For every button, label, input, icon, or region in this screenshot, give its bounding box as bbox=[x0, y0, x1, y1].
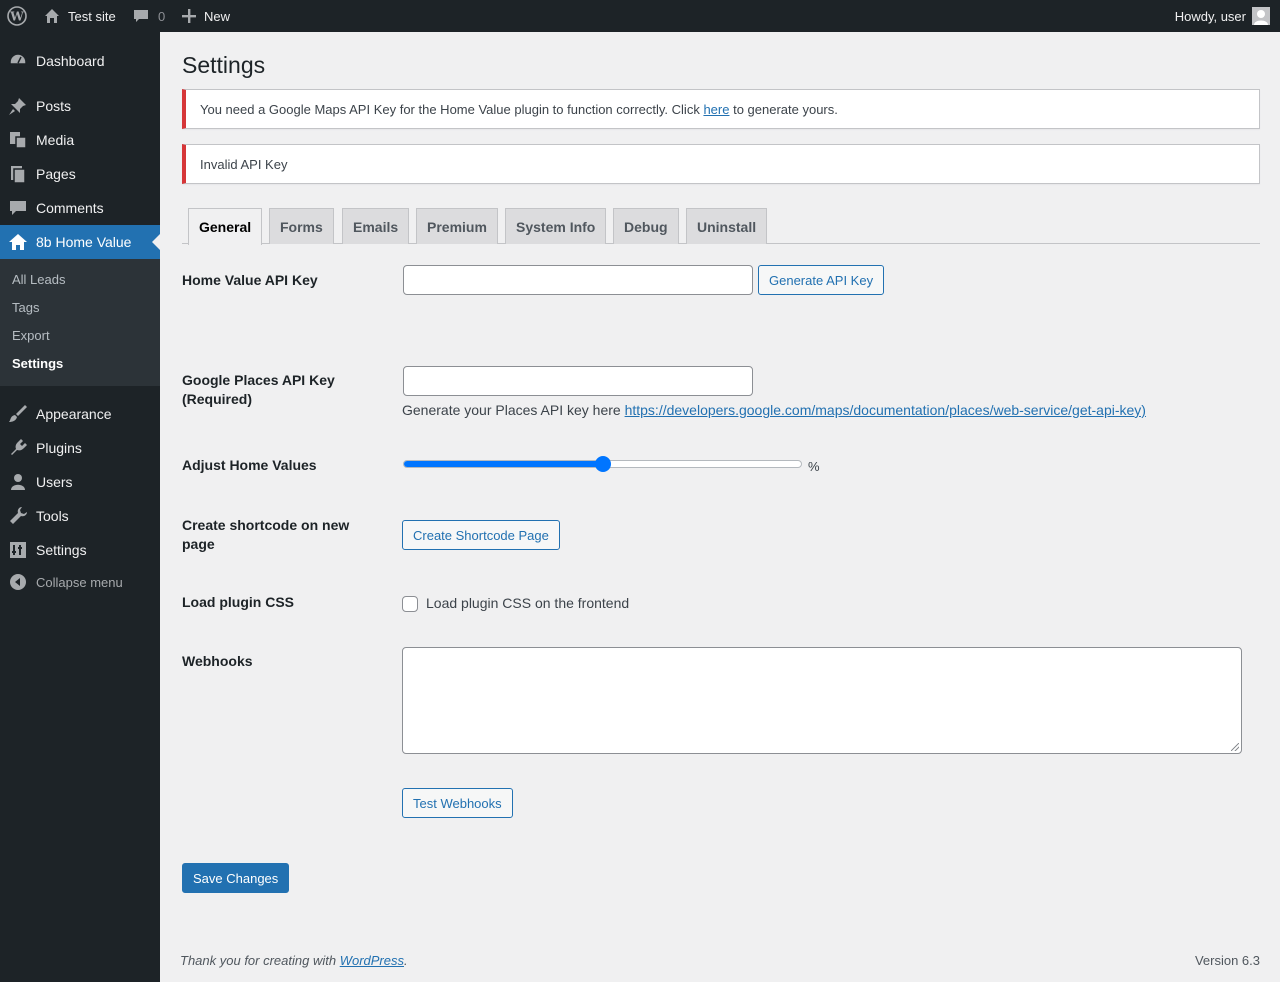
menu-item-users[interactable]: Users bbox=[0, 465, 160, 499]
tab-debug[interactable]: Debug bbox=[613, 208, 679, 244]
tab-general[interactable]: General bbox=[188, 208, 263, 245]
menu-item-comments[interactable]: Comments bbox=[0, 191, 160, 225]
howdy-label: Howdy, user bbox=[1174, 8, 1246, 24]
site-name-link[interactable]: Test site bbox=[44, 0, 116, 32]
shortcode-label: Create shortcode on new page bbox=[182, 517, 350, 552]
my-account-link[interactable]: Howdy, user bbox=[1175, 0, 1270, 32]
save-changes-button[interactable]: Save Changes bbox=[182, 863, 290, 893]
comments-count: 0 bbox=[158, 8, 166, 24]
api-key-label: Home Value API Key bbox=[182, 272, 318, 288]
pin-icon bbox=[0, 96, 36, 116]
adjust-unit: % bbox=[808, 459, 820, 474]
dashboard-icon bbox=[0, 51, 36, 71]
settings-tabs: General Forms Emails Premium System Info… bbox=[182, 208, 1260, 245]
places-api-key-label: Google Places API Key (Required) bbox=[182, 372, 335, 407]
page-title: Settings bbox=[182, 52, 266, 78]
menu-item-label: Comments bbox=[36, 200, 104, 216]
test-webhooks-button[interactable]: Test Webhooks bbox=[402, 788, 513, 818]
menu-item-settings[interactable]: Settings bbox=[0, 533, 160, 567]
svg-text:W: W bbox=[9, 10, 24, 24]
home-icon bbox=[44, 8, 60, 24]
menu-item-8b-home-value[interactable]: 8b Home Value bbox=[0, 225, 160, 259]
media-icon bbox=[0, 130, 36, 150]
webhooks-textarea[interactable] bbox=[402, 647, 1242, 754]
notice-text: Invalid API Key bbox=[200, 156, 288, 172]
submenu-item-settings[interactable]: Settings bbox=[12, 356, 63, 371]
pages-icon bbox=[0, 164, 36, 184]
avatar-icon bbox=[1252, 7, 1270, 25]
admin-bar: W Test site 0 New Howdy, user bbox=[0, 0, 1280, 32]
submenu: All Leads Tags Export Settings bbox=[0, 259, 160, 386]
menu-item-appearance[interactable]: Appearance bbox=[0, 397, 160, 431]
menu-item-label: Pages bbox=[36, 166, 76, 182]
load-css-checkbox[interactable] bbox=[402, 596, 418, 612]
invalid-api-key-notice: Invalid API Key bbox=[182, 144, 1260, 184]
admin-sidebar: Dashboard Posts Media Pages Comments 8b … bbox=[0, 32, 160, 982]
adjust-home-values-label: Adjust Home Values bbox=[182, 457, 317, 473]
user-icon bbox=[0, 472, 36, 492]
menu-item-label: 8b Home Value bbox=[36, 234, 132, 250]
collapse-menu-label: Collapse menu bbox=[36, 574, 123, 590]
plus-icon bbox=[182, 9, 196, 23]
menu-item-posts[interactable]: Posts bbox=[0, 89, 160, 123]
collapse-icon bbox=[0, 574, 36, 590]
plugin-icon bbox=[0, 438, 36, 458]
wordpress-logo-icon[interactable]: W bbox=[7, 0, 27, 32]
menu-item-label: Media bbox=[36, 132, 75, 148]
comments-icon bbox=[0, 198, 36, 218]
submenu-item-export[interactable]: Export bbox=[12, 328, 50, 343]
submenu-item-all-leads[interactable]: All Leads bbox=[12, 272, 65, 287]
home-icon bbox=[0, 232, 36, 252]
load-css-label: Load plugin CSS bbox=[182, 594, 294, 610]
generate-api-key-button[interactable]: Generate API Key bbox=[758, 265, 885, 295]
footer-version: Version 6.3 bbox=[1194, 953, 1260, 968]
submenu-item-tags[interactable]: Tags bbox=[12, 300, 39, 315]
resize-grip-icon[interactable] bbox=[1231, 743, 1239, 751]
menu-item-media[interactable]: Media bbox=[0, 123, 160, 157]
menu-item-label: Tools bbox=[36, 508, 69, 524]
tab-emails[interactable]: Emails bbox=[342, 208, 410, 244]
places-api-key-input[interactable] bbox=[403, 366, 753, 396]
generate-key-link[interactable]: here bbox=[703, 102, 729, 117]
places-api-link[interactable]: https://developers.google.com/maps/docum… bbox=[625, 402, 1146, 418]
menu-item-label: Plugins bbox=[36, 440, 82, 456]
tab-system-info[interactable]: System Info bbox=[505, 208, 607, 244]
footer-thanks: Thank you for creating with WordPress. bbox=[180, 953, 408, 968]
notice-text: You need a Google Maps API Key for the H… bbox=[200, 101, 838, 117]
new-content-link[interactable]: New bbox=[182, 0, 230, 32]
menu-item-label: Dashboard bbox=[36, 53, 105, 69]
api-key-input[interactable] bbox=[403, 265, 753, 295]
collapse-menu-button[interactable]: Collapse menu bbox=[0, 570, 123, 594]
adjust-slider-handle[interactable] bbox=[594, 456, 611, 472]
places-description: Generate your Places API key here https:… bbox=[402, 402, 1146, 418]
site-name-label: Test site bbox=[68, 8, 116, 24]
brush-icon bbox=[0, 404, 36, 424]
wrench-icon bbox=[0, 506, 36, 526]
menu-item-plugins[interactable]: Plugins bbox=[0, 431, 160, 465]
menu-item-label: Appearance bbox=[36, 406, 112, 422]
webhooks-label: Webhooks bbox=[182, 653, 253, 669]
tab-uninstall[interactable]: Uninstall bbox=[686, 208, 768, 244]
load-css-checkbox-label[interactable]: Load plugin CSS on the frontend bbox=[426, 595, 629, 611]
menu-item-tools[interactable]: Tools bbox=[0, 499, 160, 533]
wordpress-link[interactable]: WordPress bbox=[340, 953, 404, 968]
adjust-slider-fill bbox=[404, 461, 603, 467]
menu-item-pages[interactable]: Pages bbox=[0, 157, 160, 191]
tab-forms[interactable]: Forms bbox=[269, 208, 334, 244]
comments-link[interactable]: 0 bbox=[133, 0, 165, 32]
menu-item-label: Users bbox=[36, 474, 73, 490]
comment-icon bbox=[133, 8, 149, 24]
menu-item-label: Posts bbox=[36, 98, 72, 114]
new-label: New bbox=[204, 8, 231, 24]
create-shortcode-page-button[interactable]: Create Shortcode Page bbox=[402, 520, 560, 550]
tab-premium[interactable]: Premium bbox=[416, 208, 498, 244]
settings-icon bbox=[0, 540, 36, 560]
maps-api-key-notice: You need a Google Maps API Key for the H… bbox=[182, 89, 1260, 129]
menu-item-dashboard[interactable]: Dashboard bbox=[0, 44, 160, 78]
menu-item-label: Settings bbox=[36, 542, 87, 558]
main-content: Settings You need a Google Maps API Key … bbox=[160, 32, 1280, 982]
